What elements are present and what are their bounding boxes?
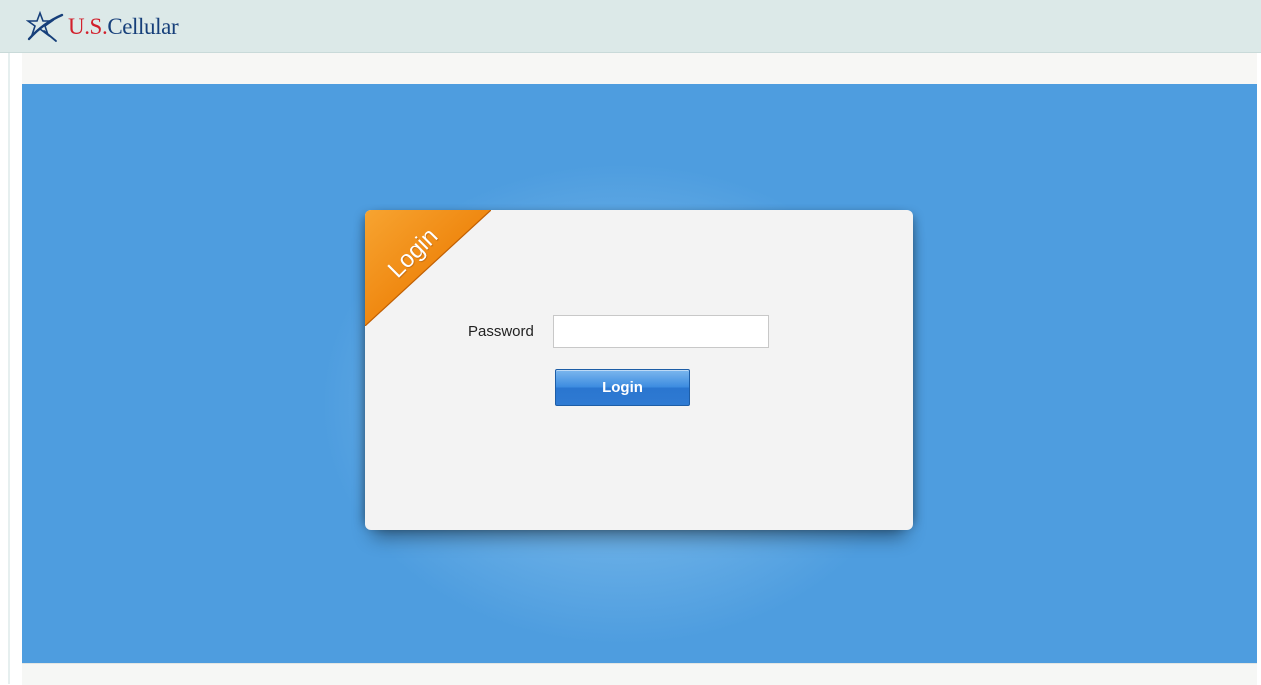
password-label: Password [468,323,534,340]
logo-us-text: U.S. [68,13,108,39]
us-cellular-logo[interactable]: U.S.Cellular [26,8,179,44]
left-divider [8,53,10,684]
footer-bar [22,663,1257,685]
logo-wordmark: U.S.Cellular [68,13,179,39]
logo-cellular-text: Cellular [107,13,179,39]
login-button[interactable]: Login [555,369,690,406]
login-card: Login Password Login [365,210,913,530]
password-input[interactable] [553,315,769,348]
star-swoosh-icon [26,9,64,43]
sub-header-bar [22,53,1257,84]
login-ribbon: Login [365,210,491,326]
app-header: U.S.Cellular [0,0,1261,53]
